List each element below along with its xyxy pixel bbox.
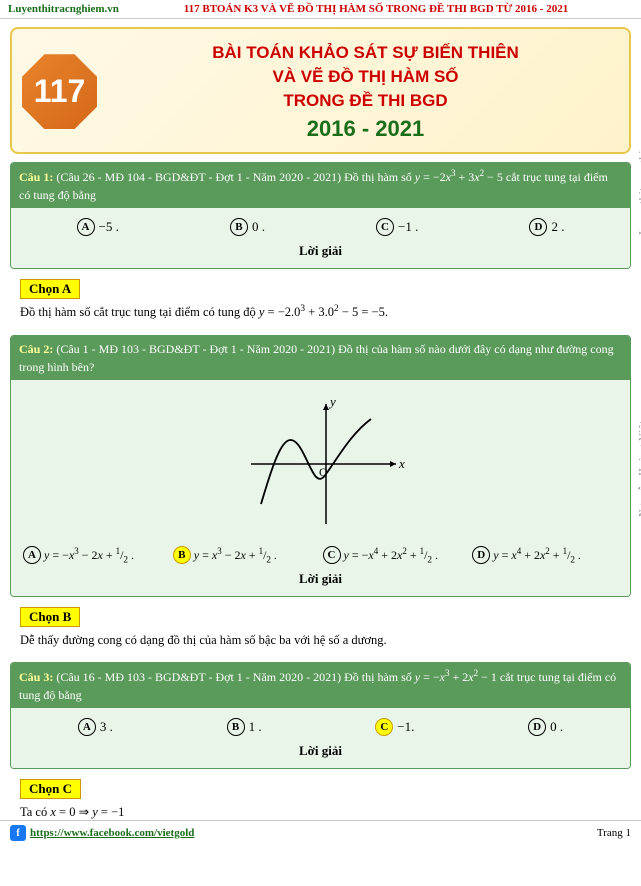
q1-loi-giai-header: Lời giải xyxy=(21,240,620,262)
q1-option-d[interactable]: D 2 . xyxy=(529,218,564,236)
question-3: Câu 3: (Câu 16 - MĐ 103 - BGD&ĐT - Đợt 1… xyxy=(10,662,631,769)
page-header: Luyenthitracnghiem.vn 117 BTOÁN K3 VÀ VẼ… xyxy=(0,0,641,19)
q1-option-a-label: A xyxy=(77,218,95,236)
q1-solution-text: Đồ thị hàm số cắt trục tung tại điểm có … xyxy=(20,302,621,322)
q3-option-d-label: D xyxy=(528,718,546,736)
q2-number: Câu 2: xyxy=(19,342,53,356)
q2-loi-giai-header: Lời giải xyxy=(21,568,620,590)
q3-option-a[interactable]: A 3 . xyxy=(78,718,113,736)
q1-option-b-label: B xyxy=(230,218,248,236)
q2-solution: Chọn B Dễ thấy đường cong có dạng đồ thị… xyxy=(10,603,631,656)
q2-option-a-label: A xyxy=(23,546,41,564)
q2-chon: Chọn B xyxy=(20,607,80,627)
hero-main-title: BÀI TOÁN KHẢO SÁT SỰ BIẾN THIÊN VÀ VẼ ĐỒ… xyxy=(112,41,619,112)
q2-option-c[interactable]: C y = −x4 + 2x2 + 1/2 . xyxy=(323,546,469,564)
q2-option-b-label: B xyxy=(173,546,191,564)
q1-source: (Câu 26 - MĐ 104 - BGD&ĐT - Đợt 1 - Năm … xyxy=(56,170,341,184)
header-title: 117 BTOÁN K3 VÀ VẼ ĐỒ THỊ HÀM SỐ TRONG Đ… xyxy=(119,3,633,15)
q3-sol-line1: Ta có x = 0 ⇒ y = −1 xyxy=(20,802,621,822)
question-2-body: x y O A y = −x3 − 2x + 1/2 . B y = x3 − … xyxy=(11,380,630,596)
question-1-header: Câu 1: (Câu 26 - MĐ 104 - BGD&ĐT - Đợt 1… xyxy=(11,163,630,208)
q1-option-b[interactable]: B 0 . xyxy=(230,218,265,236)
site-name-left: Luyenthitracnghiem.vn xyxy=(8,3,119,15)
hero-year: 2016 - 2021 xyxy=(112,116,619,142)
q3-option-a-label: A xyxy=(78,718,96,736)
q2-graph-area: x y O xyxy=(21,386,620,542)
q1-option-a-value: −5 . xyxy=(99,219,119,235)
footer-fb-link[interactable]: https://www.facebook.com/vietgold xyxy=(30,827,194,839)
q3-option-c[interactable]: C −1. xyxy=(375,718,414,736)
q1-option-a[interactable]: A −5 . xyxy=(77,218,119,236)
q1-option-c-label: C xyxy=(376,218,394,236)
page-footer: f https://www.facebook.com/vietgold Tran… xyxy=(0,820,641,845)
q1-option-c-value: −1 . xyxy=(398,219,418,235)
svg-text:x: x xyxy=(398,456,405,471)
q2-solution-text: Dễ thấy đường cong có dạng đồ thị của hà… xyxy=(20,630,621,650)
question-3-header: Câu 3: (Câu 16 - MĐ 103 - BGD&ĐT - Đợt 1… xyxy=(11,663,630,708)
q2-option-c-label: C xyxy=(323,546,341,564)
q2-option-b-value: y = x3 − 2x + 1/2 . xyxy=(194,546,277,564)
q2-option-d-label: D xyxy=(472,546,490,564)
q3-option-b[interactable]: B 1 . xyxy=(227,718,262,736)
q3-loi-giai-header: Lời giải xyxy=(21,740,620,762)
question-2: Câu 2: (Câu 1 - MĐ 103 - BGD&ĐT - Đợt 1 … xyxy=(10,335,631,597)
q2-option-a[interactable]: A y = −x3 − 2x + 1/2 . xyxy=(23,546,169,564)
hero-text: BÀI TOÁN KHẢO SÁT SỰ BIẾN THIÊN VÀ VẼ ĐỒ… xyxy=(112,41,619,142)
q1-chon: Chọn A xyxy=(20,279,80,299)
q2-option-d-value: y = x4 + 2x2 + 1/2 . xyxy=(493,546,581,564)
q3-option-b-label: B xyxy=(227,718,245,736)
q3-source: (Câu 16 - MĐ 103 - BGD&ĐT - Đợt 1 - Năm … xyxy=(56,670,341,684)
svg-text:y: y xyxy=(328,394,336,409)
q3-option-d-value: 0 . xyxy=(550,719,563,735)
q2-options: A y = −x3 − 2x + 1/2 . B y = x3 − 2x + 1… xyxy=(21,542,620,568)
q3-chon: Chọn C xyxy=(20,779,81,799)
q2-option-b[interactable]: B y = x3 − 2x + 1/2 . xyxy=(173,546,319,564)
q3-option-d[interactable]: D 0 . xyxy=(528,718,563,736)
hero-badge: 117 xyxy=(22,54,97,129)
q2-source: (Câu 1 - MĐ 103 - BGD&ĐT - Đợt 1 - Năm 2… xyxy=(56,342,335,356)
q2-option-a-value: y = −x3 − 2x + 1/2 . xyxy=(44,546,134,564)
footer-facebook[interactable]: f https://www.facebook.com/vietgold xyxy=(10,825,194,841)
q1-option-d-label: D xyxy=(529,218,547,236)
q1-number: Câu 1: xyxy=(19,170,53,184)
q1-solution: Chọn A Đồ thị hàm số cắt trục tung tại đ… xyxy=(10,275,631,328)
question-1-body: A −5 . B 0 . C −1 . D 2 . Lời giải xyxy=(11,208,630,268)
q2-option-d[interactable]: D y = x4 + 2x2 + 1/2 . xyxy=(472,546,618,564)
q1-option-b-value: 0 . xyxy=(252,219,265,235)
facebook-icon: f xyxy=(10,825,26,841)
q2-option-c-value: y = −x4 + 2x2 + 1/2 . xyxy=(344,546,438,564)
q3-option-c-label: C xyxy=(375,718,393,736)
q3-option-a-value: 3 . xyxy=(100,719,113,735)
question-1: Câu 1: (Câu 26 - MĐ 104 - BGD&ĐT - Đợt 1… xyxy=(10,162,631,269)
q1-options: A −5 . B 0 . C −1 . D 2 . xyxy=(21,214,620,240)
q2-graph: x y O xyxy=(231,394,411,534)
q3-options: A 3 . B 1 . C −1. D 0 . xyxy=(21,714,620,740)
q3-number: Câu 3: xyxy=(19,670,53,684)
q1-option-d-value: 2 . xyxy=(551,219,564,235)
hero-section: 117 BÀI TOÁN KHẢO SÁT SỰ BIẾN THIÊN VÀ V… xyxy=(10,27,631,154)
q3-option-c-value: −1. xyxy=(397,719,414,735)
question-2-header: Câu 2: (Câu 1 - MĐ 103 - BGD&ĐT - Đợt 1 … xyxy=(11,336,630,380)
page-number: Trang 1 xyxy=(597,827,631,839)
question-3-body: A 3 . B 1 . C −1. D 0 . Lời giải xyxy=(11,708,630,768)
q3-option-b-value: 1 . xyxy=(249,719,262,735)
q1-option-c[interactable]: C −1 . xyxy=(376,218,418,236)
page-content: Luyenthitracnghiem.vn 117 BTOÁN K3 VÀ VẼ… xyxy=(0,0,641,886)
